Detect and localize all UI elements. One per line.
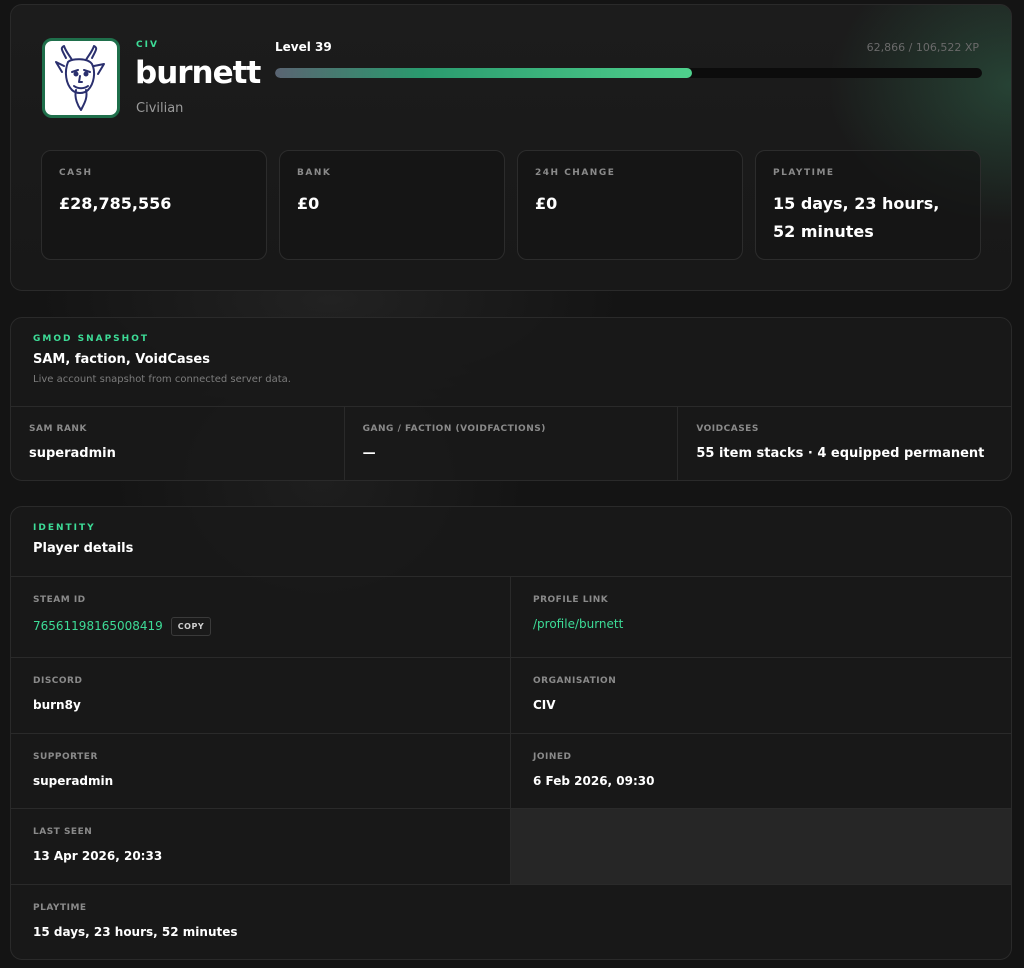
joined-cell: JOINED 6 Feb 2026, 09:30 — [511, 734, 1011, 809]
stat-value: £0 — [535, 194, 558, 213]
copy-button[interactable]: COPY — [170, 617, 212, 636]
stat-label: BANK — [297, 168, 332, 178]
stat-label: PLAYTIME — [773, 168, 835, 178]
organisation-cell: ORGANISATION CIV — [511, 658, 1011, 734]
cell-label: DISCORD — [33, 676, 83, 686]
stat-value: £0 — [297, 194, 320, 213]
steam-id-value: 76561198165008419 — [33, 619, 163, 633]
cell-label: ORGANISATION — [533, 676, 617, 686]
stat-card-bank: BANK £0 — [279, 150, 505, 260]
cell-label: SUPPORTER — [33, 752, 98, 762]
stat-card-cash: CASH £28,785,556 — [41, 150, 267, 260]
section-eyebrow: GMOD SNAPSHOT — [33, 334, 149, 344]
avatar — [42, 38, 120, 118]
cell-value: superadmin — [33, 774, 114, 788]
empty-cell — [511, 809, 1011, 885]
cell-label: VOIDCASES — [696, 424, 759, 434]
cell-value: CIV — [533, 698, 556, 712]
section-title: SAM, faction, VoidCases — [33, 352, 210, 367]
supporter-cell: SUPPORTER superadmin — [11, 734, 511, 809]
cell-label: PROFILE LINK — [533, 595, 609, 605]
stat-card-playtime: PLAYTIME 15 days, 23 hours, 52 minutes — [755, 150, 981, 260]
cell-value: 13 Apr 2026, 20:33 — [33, 849, 163, 863]
username: burnett — [135, 55, 261, 91]
cell-label: GANG / FACTION (VOIDFACTIONS) — [362, 424, 546, 434]
playtime-cell: PLAYTIME 15 days, 23 hours, 52 minutes — [11, 885, 1011, 959]
stat-label: 24H CHANGE — [535, 168, 616, 178]
section-header: GMOD SNAPSHOT SAM, faction, VoidCases Li… — [11, 318, 1011, 407]
section-title: Player details — [33, 541, 134, 556]
voidcases-cell: VOIDCASES 55 item stacks · 4 equipped pe… — [678, 407, 1011, 480]
steam-id-cell: STEAM ID 76561198165008419 COPY — [11, 577, 511, 658]
cell-label: LAST SEEN — [33, 827, 93, 837]
cell-label: STEAM ID — [33, 595, 86, 605]
snapshot-row: SAM RANK superadmin GANG / FACTION (VOID… — [11, 407, 1011, 480]
discord-cell: DISCORD burn8y — [11, 658, 511, 734]
section-eyebrow: IDENTITY — [33, 523, 96, 533]
identity-grid: STEAM ID 76561198165008419 COPY PROFILE L… — [11, 577, 1011, 959]
section-subtitle: Live account snapshot from connected ser… — [33, 374, 291, 385]
stat-card-24h-change: 24H CHANGE £0 — [517, 150, 743, 260]
stat-value: £28,785,556 — [59, 194, 172, 213]
gmod-snapshot-card: GMOD SNAPSHOT SAM, faction, VoidCases Li… — [10, 317, 1012, 481]
profile-link-cell: PROFILE LINK /profile/burnett — [511, 577, 1011, 658]
stat-value: 15 days, 23 hours, 52 minutes — [773, 194, 940, 241]
cell-label: PLAYTIME — [33, 903, 87, 913]
cell-value: superadmin — [29, 446, 116, 461]
devil-avatar-icon — [55, 45, 105, 111]
cell-value: 55 item stacks · 4 equipped permanent — [696, 446, 985, 461]
profile-link[interactable]: /profile/burnett — [533, 617, 989, 631]
sam-rank-cell: SAM RANK superadmin — [11, 407, 345, 480]
stat-label: CASH — [59, 168, 93, 178]
cell-value: — — [362, 446, 376, 461]
section-header: IDENTITY Player details — [11, 507, 1011, 577]
cell-label: JOINED — [533, 752, 572, 762]
cell-value: 15 days, 23 hours, 52 minutes — [33, 925, 238, 939]
cell-value: 6 Feb 2026, 09:30 — [533, 774, 655, 788]
cell-value: burn8y — [33, 698, 81, 712]
level-label: Level 39 — [275, 40, 332, 54]
xp-label: 62,866 / 106,522 XP — [866, 41, 979, 54]
xp-progress-fill — [275, 68, 693, 78]
org-tag: CIV — [136, 40, 159, 50]
gang-faction-cell: GANG / FACTION (VOIDFACTIONS) — — [345, 407, 679, 480]
identity-card: IDENTITY Player details STEAM ID 7656119… — [10, 506, 1012, 960]
profile-header-card: CIV burnett Civilian Level 39 62,866 / 1… — [10, 4, 1012, 291]
last-seen-cell: LAST SEEN 13 Apr 2026, 20:33 — [11, 809, 511, 885]
cell-label: SAM RANK — [29, 424, 87, 434]
role-label: Civilian — [136, 101, 184, 116]
xp-progress-bar — [275, 68, 982, 78]
steam-id-row: 76561198165008419 COPY — [33, 617, 488, 636]
